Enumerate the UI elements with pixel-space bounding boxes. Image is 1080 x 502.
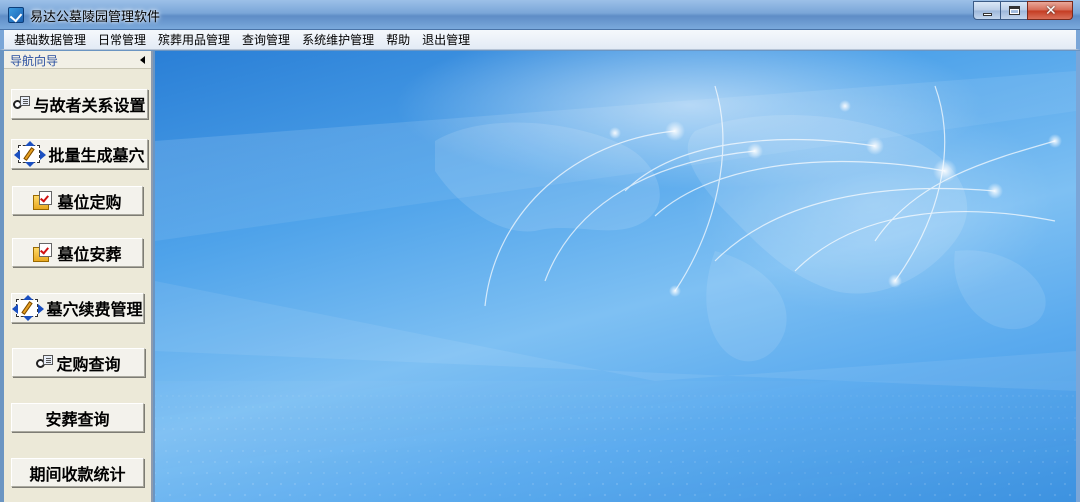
world-network-graphic bbox=[155, 71, 1076, 502]
menu-exit[interactable]: 退出管理 bbox=[416, 31, 476, 49]
link-icon bbox=[13, 96, 31, 112]
navigation-panel: 导航向导 与故者关系设置 批量生成墓穴 墓位定购 墓位安葬 墓穴续费管理 定购查… bbox=[4, 51, 153, 502]
nav-button-plot-order[interactable]: 墓位定购 bbox=[12, 186, 143, 215]
close-button[interactable]: ✕ bbox=[1027, 1, 1073, 20]
folder-check-icon bbox=[33, 242, 55, 264]
menu-funeral-supplies[interactable]: 殡葬用品管理 bbox=[152, 31, 236, 49]
nav-button-burial-query[interactable]: 安葬查询 bbox=[11, 403, 144, 432]
nav-button-plot-burial[interactable]: 墓位安葬 bbox=[12, 238, 143, 267]
nav-button-renewal-management[interactable]: 墓穴续费管理 bbox=[11, 293, 144, 323]
window-title: 易达公墓陵园管理软件 bbox=[30, 10, 161, 25]
nav-button-period-revenue[interactable]: 期间收款统计 bbox=[11, 458, 144, 487]
nav-button-relation-setting[interactable]: 与故者关系设置 bbox=[11, 89, 148, 119]
link-icon bbox=[36, 354, 54, 371]
nav-button-label: 墓位定购 bbox=[57, 192, 122, 212]
nav-button-label: 期间收款统计 bbox=[29, 464, 126, 484]
main-background bbox=[155, 51, 1076, 502]
nav-button-label: 墓穴续费管理 bbox=[46, 300, 143, 319]
window-controls: ✕ bbox=[973, 1, 1073, 20]
window-right-border bbox=[1076, 51, 1080, 502]
check-app-icon bbox=[8, 7, 24, 23]
nav-button-label: 定购查询 bbox=[56, 354, 121, 374]
menu-query[interactable]: 查询管理 bbox=[236, 31, 296, 49]
collapse-arrow-icon[interactable] bbox=[140, 56, 145, 64]
nav-button-order-query[interactable]: 定购查询 bbox=[12, 348, 145, 377]
menu-daily[interactable]: 日常管理 bbox=[92, 31, 152, 49]
nav-button-label: 与故者关系设置 bbox=[33, 96, 146, 115]
minimize-button[interactable] bbox=[973, 1, 1001, 20]
nav-header: 导航向导 bbox=[4, 51, 151, 69]
menu-basic-data[interactable]: 基础数据管理 bbox=[8, 31, 92, 49]
maximize-button[interactable] bbox=[1000, 1, 1028, 20]
minimize-icon bbox=[983, 13, 992, 16]
nav-button-label: 批量生成墓穴 bbox=[48, 146, 145, 165]
menu-system-maintenance[interactable]: 系统维护管理 bbox=[296, 31, 380, 49]
title-bar[interactable]: 易达公墓陵园管理软件 ✕ bbox=[0, 0, 1080, 30]
maximize-icon bbox=[1009, 6, 1020, 15]
close-icon: ✕ bbox=[1045, 3, 1057, 19]
edit-frame-icon bbox=[12, 295, 45, 321]
nav-button-label: 安葬查询 bbox=[45, 409, 110, 429]
folder-check-icon bbox=[33, 190, 55, 212]
menu-bar: 基础数据管理 日常管理 殡葬用品管理 查询管理 系统维护管理 帮助 退出管理 bbox=[0, 30, 1080, 50]
edit-frame-icon bbox=[14, 141, 47, 167]
nav-header-title: 导航向导 bbox=[10, 54, 59, 68]
menu-help[interactable]: 帮助 bbox=[380, 31, 416, 49]
nav-button-batch-generate[interactable]: 批量生成墓穴 bbox=[11, 139, 148, 169]
nav-button-label: 墓位安葬 bbox=[57, 244, 122, 264]
